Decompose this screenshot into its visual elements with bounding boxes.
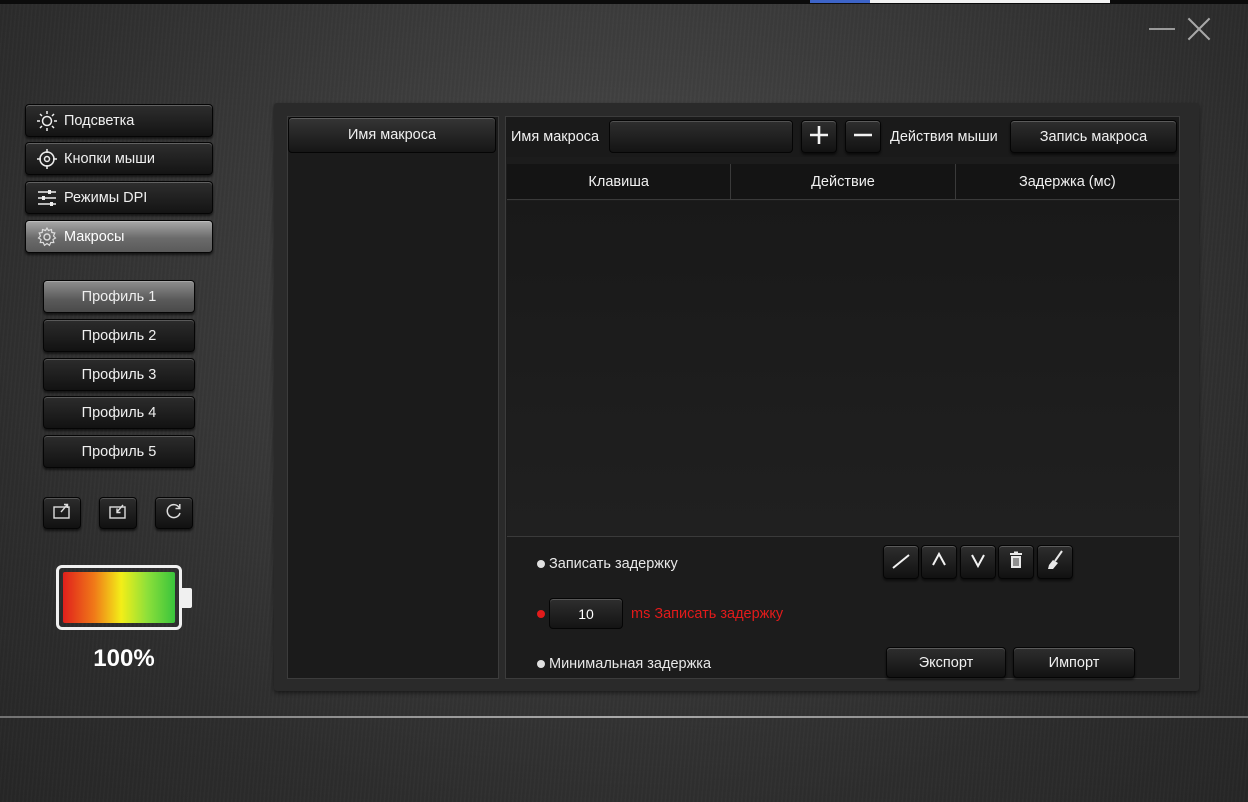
profile-5-button[interactable]: Профиль 5 (43, 435, 195, 468)
nav-dpi-modes-button[interactable]: Режимы DPI (25, 181, 213, 214)
record-macro-button[interactable]: Запись макроса (1010, 120, 1177, 153)
record-delay-radio[interactable] (537, 560, 545, 568)
profile-3-button[interactable]: Профиль 3 (43, 358, 195, 391)
export-button[interactable]: Экспорт (886, 647, 1006, 678)
macro-name-input[interactable] (609, 120, 793, 153)
profile-4-button[interactable]: Профиль 4 (43, 396, 195, 429)
export-label: Экспорт (918, 654, 974, 671)
column-action: Действие (731, 164, 956, 199)
move-down-button[interactable] (960, 545, 996, 579)
profile-label: Профиль 1 (81, 288, 157, 305)
import-profile-icon (108, 502, 128, 525)
min-delay-label: Минимальная задержка (549, 656, 712, 672)
edit-row-button[interactable] (883, 545, 919, 579)
record-macro-label: Запись макроса (1039, 128, 1148, 145)
fixed-delay-radio[interactable] (537, 610, 545, 618)
export-profile-button[interactable] (43, 497, 81, 529)
mouse-actions-button[interactable]: Действия мыши (890, 129, 998, 145)
footer-divider (0, 716, 1248, 718)
macro-list-header: Имя макроса (288, 117, 496, 153)
remove-macro-button[interactable] (845, 120, 881, 153)
record-delay-label: Записать задержку (549, 556, 678, 572)
top-highlight-blue (810, 0, 870, 3)
plus-icon (809, 125, 829, 149)
gear-icon (36, 226, 58, 248)
min-delay-radio[interactable] (537, 660, 545, 668)
macro-table-header: Клавиша Действие Задержка (мс) (507, 164, 1179, 200)
battery-cap (182, 588, 192, 608)
clear-all-button[interactable] (1037, 545, 1073, 579)
reset-profile-button[interactable] (155, 497, 193, 529)
fixed-delay-label: ms Записать задержку (631, 606, 784, 622)
sun-icon (36, 110, 58, 132)
delete-icon (1005, 549, 1027, 576)
nav-lighting-button[interactable]: Подсветка (25, 104, 213, 137)
profile-label: Профиль 4 (81, 404, 157, 421)
column-key: Клавиша (507, 164, 732, 199)
minimize-icon[interactable] (1146, 14, 1176, 44)
close-icon[interactable] (1184, 14, 1214, 44)
add-macro-button[interactable] (801, 120, 837, 153)
import-button[interactable]: Импорт (1013, 647, 1135, 678)
profile-label: Профиль 3 (81, 366, 157, 383)
macro-name-label: Имя макроса (511, 129, 600, 145)
nav-macros-button[interactable]: Макросы (25, 220, 213, 253)
nav-label: Макросы (64, 228, 125, 245)
column-delay: Задержка (мс) (1018, 173, 1116, 190)
macro-table-body[interactable] (507, 201, 1179, 537)
sliders-icon (36, 187, 58, 209)
minus-icon (853, 125, 873, 149)
nav-mouse-buttons-button[interactable]: Кнопки мыши (25, 142, 213, 175)
edit-icon (890, 549, 912, 576)
move-down-icon (967, 549, 989, 576)
move-up-icon (928, 549, 950, 576)
top-strip (0, 0, 1248, 4)
battery-fill (63, 572, 175, 623)
crosshair-icon (36, 148, 58, 170)
import-label: Импорт (1048, 654, 1100, 671)
profile-1-button[interactable]: Профиль 1 (43, 280, 195, 313)
export-profile-icon (52, 502, 72, 525)
profile-label: Профиль 5 (81, 443, 157, 460)
reset-icon (164, 501, 184, 526)
macro-list-header-label: Имя макроса (347, 127, 437, 143)
nav-label: Режимы DPI (64, 189, 148, 206)
battery-indicator (56, 565, 182, 630)
import-profile-button[interactable] (99, 497, 137, 529)
move-up-button[interactable] (921, 545, 957, 579)
macro-list-panel[interactable] (287, 116, 499, 679)
nav-label: Подсветка (64, 112, 135, 129)
fixed-delay-input[interactable] (549, 598, 623, 629)
profile-label: Профиль 2 (81, 327, 157, 344)
profile-2-button[interactable]: Профиль 2 (43, 319, 195, 352)
clear-icon (1044, 549, 1066, 576)
nav-label: Кнопки мыши (64, 150, 155, 167)
battery-percent: 100% (93, 645, 155, 672)
delete-row-button[interactable] (998, 545, 1034, 579)
